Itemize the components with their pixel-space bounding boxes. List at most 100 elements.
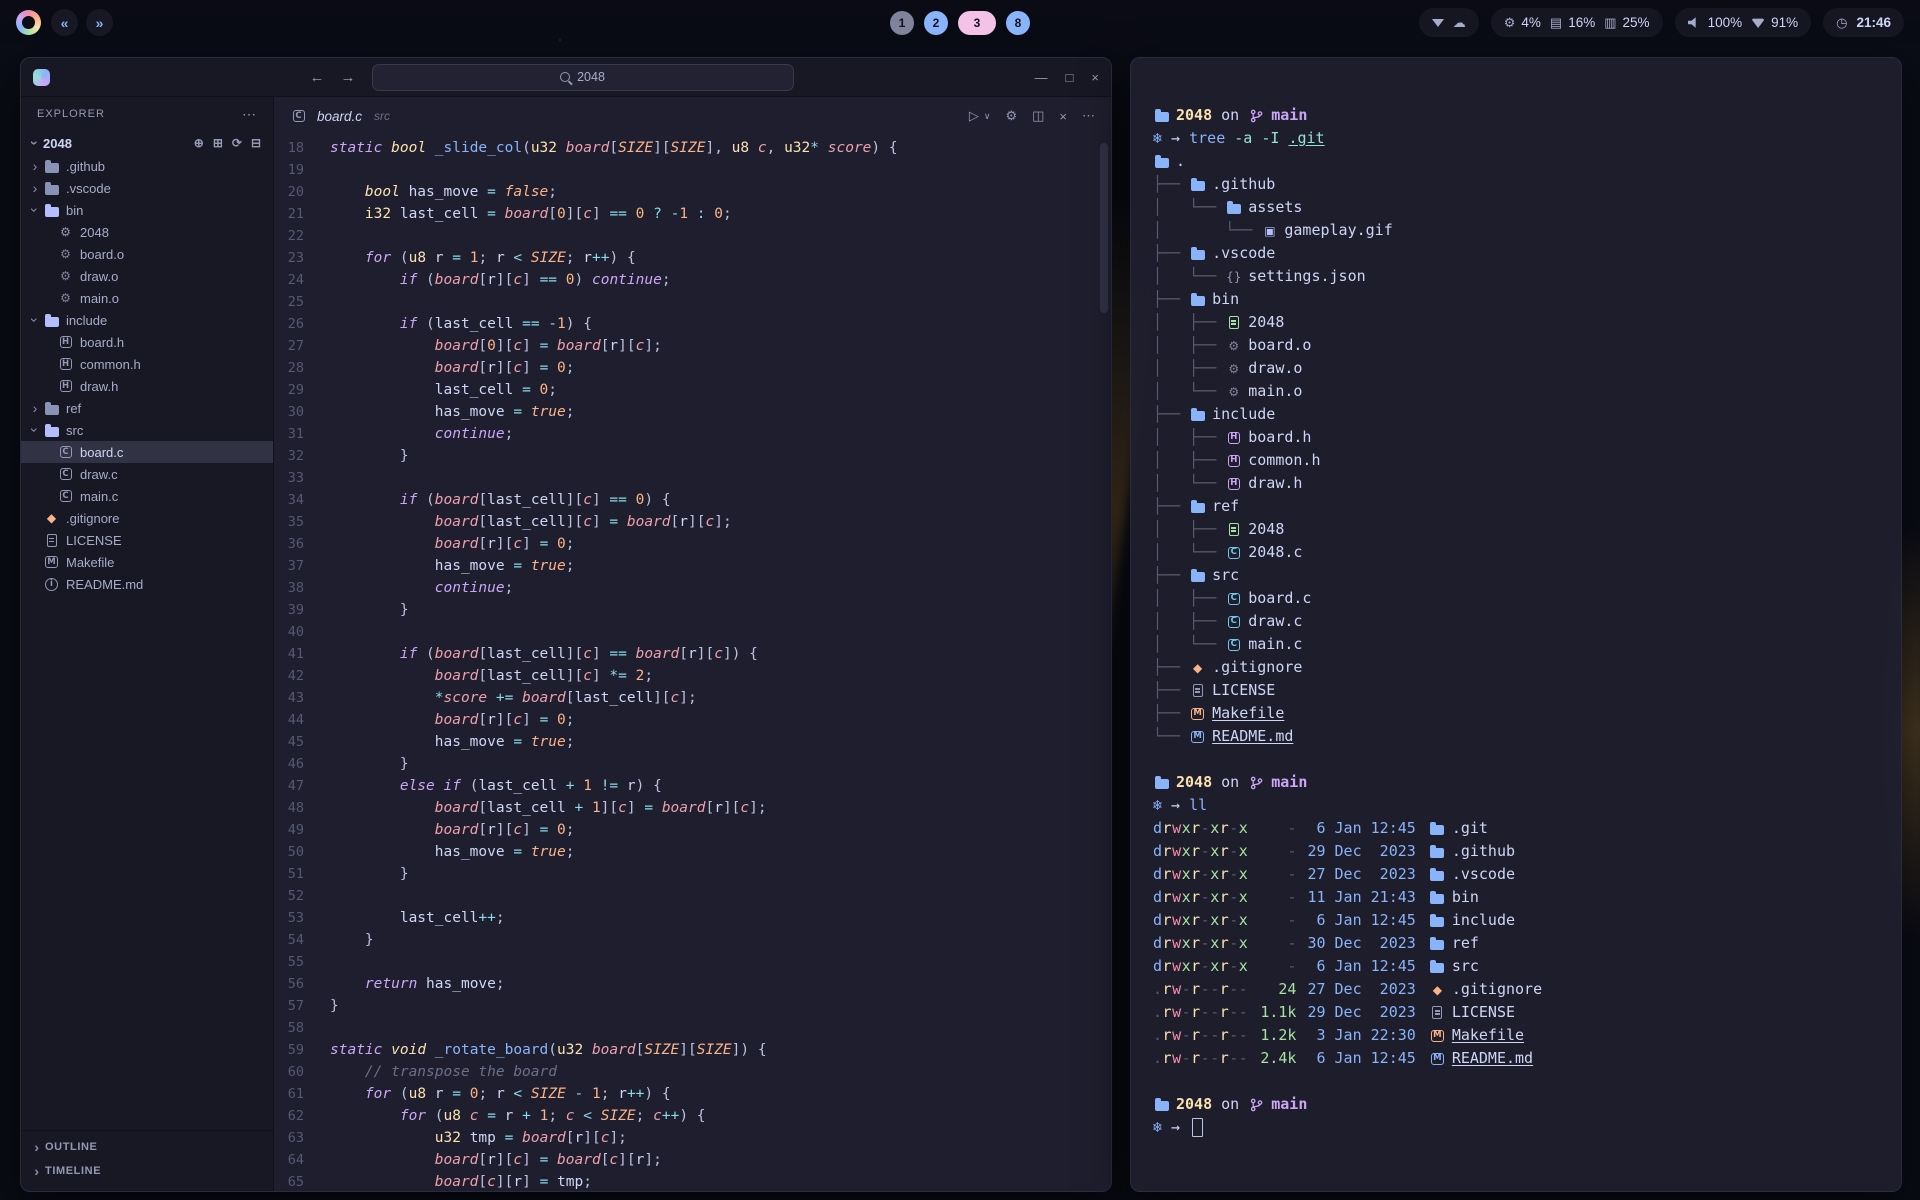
explorer-item-bin[interactable]: bin [21,199,273,221]
explorer-item-ref[interactable]: ref [21,397,273,419]
collapse-all-icon[interactable]: ⊟ [251,136,261,150]
explorer-item-board-o[interactable]: ⚙board.o [21,243,273,265]
permissions: drwxr-xr-x [1153,955,1248,978]
tree-row: │ └── C2048.c [1153,541,1877,564]
explorer-item-README-md[interactable]: iREADME.md [21,573,273,595]
maximize-button[interactable]: □ [1066,70,1074,85]
terminal-window[interactable]: 2048 on main❄ → tree -a -I .git.├── .git… [1130,57,1902,1192]
settings-icon[interactable]: ⚙ [1005,108,1017,124]
new-folder-icon[interactable]: ⊞ [213,136,223,150]
code-line: 61 for (u8 r = 0; r < SIZE - 1; r++) { [274,1083,1111,1105]
explorer-header[interactable]: EXPLORER ⋯ [21,97,273,131]
c-file-icon: C [1225,636,1242,653]
folder-open-icon [43,312,60,329]
chevron-right-icon [27,181,43,195]
explorer-item-src[interactable]: src [21,419,273,441]
forward-button[interactable]: → [341,69,356,86]
code-line: 32 } [274,445,1111,467]
skip-forward-button[interactable]: » [86,9,113,36]
tree-row: │ ├── Hboard.h [1153,426,1877,449]
explorer-item-include[interactable]: include [21,309,273,331]
folder-icon [1429,820,1446,837]
explorer-item-LICENSE[interactable]: LICENSE [21,529,273,551]
obj-icon: ⚙ [1225,360,1242,377]
ll-row: .rw-r--r--2.4k 6 Jan 12:45MREADME.md [1153,1047,1877,1070]
minimize-button[interactable]: — [1035,70,1048,85]
window-controls: — □ × [794,70,1100,85]
workspace-8[interactable]: 8 [1006,11,1030,35]
doc-icon [43,532,60,549]
run-icon[interactable]: ▷ [969,108,979,124]
code-line: 23 for (u8 r = 1; r < SIZE; r++) { [274,247,1111,269]
split-editor-icon[interactable]: ◫ [1032,108,1044,124]
refresh-icon[interactable]: ⟳ [232,136,242,150]
ll-row: .rw-r--r-- 2427 Dec 2023◆.gitignore [1153,978,1877,1001]
explorer-item--gitignore[interactable]: ◆.gitignore [21,507,273,529]
c-dim-icon: C [57,466,74,483]
explorer-item-main-c[interactable]: Cmain.c [21,485,273,507]
workspace-1[interactable]: 1 [890,11,914,35]
exe-icon [1225,314,1242,331]
code-area[interactable]: 18static bool _slide_col(u32 board[SIZE]… [274,135,1111,1191]
code-line: 37 has_move = true; [274,555,1111,577]
tools-icon: M [43,554,60,571]
more-actions-icon[interactable]: ⋯ [242,106,257,123]
explorer-item-2048[interactable]: ⚙2048 [21,221,273,243]
clock-widget[interactable]: 21:46 [1823,8,1904,37]
new-file-icon[interactable]: ⊕ [194,136,204,150]
run-dropdown-icon[interactable]: ∨ [984,111,991,122]
explorer-item-board-h[interactable]: Hboard.h [21,331,273,353]
volume-icon [1688,17,1702,29]
explorer-item-main-o[interactable]: ⚙main.o [21,287,273,309]
system-stats-widget[interactable]: 4%16%25% [1491,8,1663,37]
git-icon: ◆ [1189,659,1206,676]
explorer-item-draw-h[interactable]: Hdraw.h [21,375,273,397]
audio-network-widget[interactable]: 100%91% [1675,8,1812,37]
explorer-root-folder[interactable]: 2048 ⊕⊞⟳⊟ [21,131,273,155]
tab-board-c[interactable]: C board.c src [290,108,390,125]
obj-icon: ⚙ [1225,383,1242,400]
scrollbar-thumb[interactable] [1100,143,1108,313]
volume-value: 100% [1708,15,1743,30]
panel-timeline[interactable]: TIMELINE [21,1159,273,1183]
close-button[interactable]: × [1091,70,1099,85]
code-line: 29 last_cell = 0; [274,379,1111,401]
launcher-logo-icon[interactable] [16,10,41,35]
skip-back-button[interactable]: « [51,9,78,36]
explorer-item-board-c[interactable]: Cboard.c [21,441,273,463]
chevron-right-icon [27,401,43,415]
more-icon[interactable]: ⋯ [1082,108,1095,124]
ll-row: drwxr-xr-x -27 Dec 2023.vscode [1153,863,1877,886]
weather-widget[interactable] [1419,8,1479,37]
explorer-item-common-h[interactable]: Hcommon.h [21,353,273,375]
panel-outline[interactable]: OUTLINE [21,1135,273,1159]
tree-row: ├── LICENSE [1153,679,1877,702]
code-line: 20 bool has_move = false; [274,181,1111,203]
code-line: 19 [274,159,1111,181]
workspace-3[interactable]: 3 [958,11,996,35]
code-line: 62 for (u8 c = r + 1; c < SIZE; c++) { [274,1105,1111,1127]
tree-row: ├── bin [1153,288,1877,311]
explorer-item-draw-o[interactable]: ⚙draw.o [21,265,273,287]
explorer-item--github[interactable]: .github [21,155,273,177]
explorer-item-draw-c[interactable]: Cdraw.c [21,463,273,485]
folder-icon [1429,866,1446,883]
explorer-item-Makefile[interactable]: MMakefile [21,551,273,573]
back-button[interactable]: ← [310,69,325,86]
folder-open-icon [43,422,60,439]
terminal-prompt: 2048 on main [1153,104,1877,127]
close-icon[interactable]: × [1059,109,1067,124]
explorer-item--vscode[interactable]: .vscode [21,177,273,199]
h-file-icon: H [1225,429,1242,446]
workspace-2[interactable]: 2 [924,11,948,35]
code-line: 43 *score += board[last_cell][c]; [274,687,1111,709]
explorer-actions: ⊕ ⊞ ⟳ ⊟ [194,136,273,150]
image-icon: ▣ [1261,222,1278,239]
editor-titlebar[interactable]: ← → 2048 — □ × [21,58,1111,97]
command-center-search[interactable]: 2048 [372,64,794,91]
tree-row: ├── ref [1153,495,1877,518]
code-line: 46 } [274,753,1111,775]
tree-row: . [1153,150,1877,173]
explorer-tree: .github.vscodebin⚙2048⚙board.o⚙draw.o⚙ma… [21,155,273,1130]
search-value: 2048 [577,70,605,84]
